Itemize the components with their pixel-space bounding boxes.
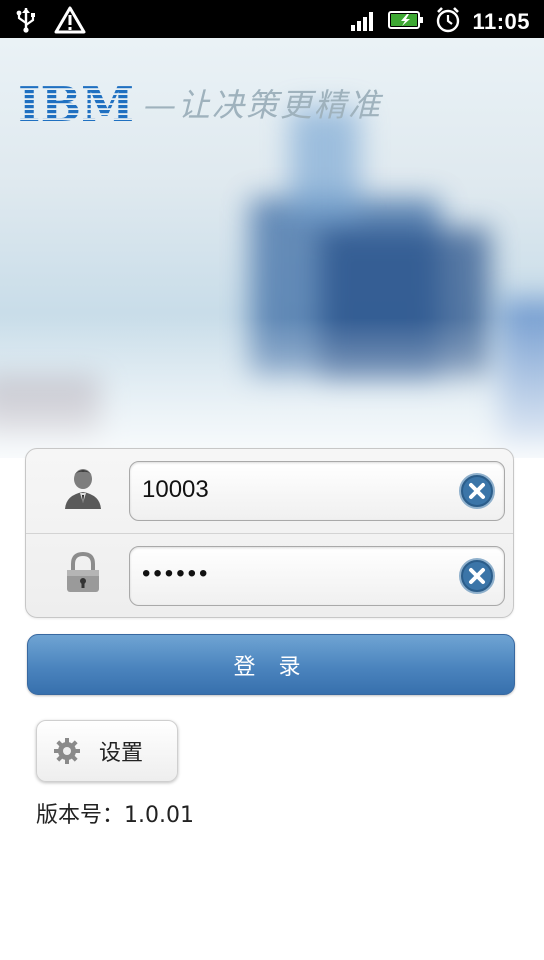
brand-header: IBM —让决策更精准: [18, 80, 382, 126]
username-input[interactable]: 10003: [142, 476, 209, 504]
close-icon: [459, 473, 495, 509]
login-button[interactable]: 登 录: [27, 634, 515, 695]
settings-label: 设置: [99, 741, 144, 766]
signal-icon: [350, 8, 378, 36]
settings-button[interactable]: 设置: [36, 720, 178, 782]
version-text: 版本号：1.0.01: [36, 803, 194, 828]
clear-password-button[interactable]: [458, 557, 496, 595]
password-row: ••••••: [26, 533, 513, 618]
status-bar-left: [14, 6, 86, 38]
login-card: 10003 ••••••: [25, 448, 514, 618]
close-icon: [459, 558, 495, 594]
username-field[interactable]: 10003: [129, 461, 505, 521]
svg-text:IBM: IBM: [18, 80, 134, 126]
alarm-icon: [434, 6, 462, 38]
warning-icon: [54, 6, 86, 38]
hero-fade: [0, 318, 544, 458]
lock-icon: [60, 550, 106, 596]
slogan: —让决策更精准: [144, 86, 383, 124]
username-row: 10003: [26, 449, 513, 533]
usb-icon: [14, 7, 38, 37]
password-field[interactable]: ••••••: [129, 546, 505, 606]
clear-username-button[interactable]: [458, 472, 496, 510]
password-input[interactable]: ••••••: [142, 560, 210, 588]
status-time: 11:05: [472, 9, 530, 34]
battery-icon: [388, 9, 424, 35]
status-bar-right: 11:05: [350, 6, 530, 38]
status-bar: 11:05: [0, 0, 544, 38]
user-icon: [60, 465, 106, 511]
ibm-logo: IBM: [18, 80, 134, 126]
gear-icon: [54, 738, 80, 764]
